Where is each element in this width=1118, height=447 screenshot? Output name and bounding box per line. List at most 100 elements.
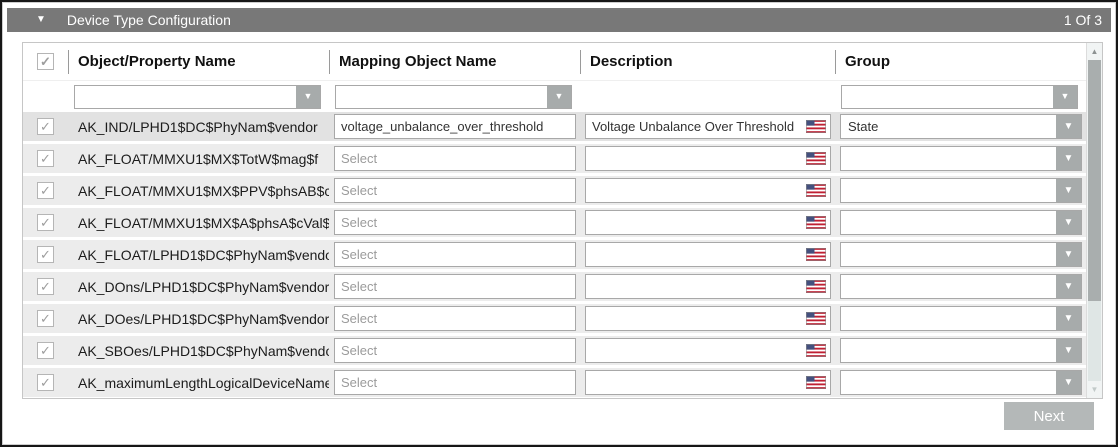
us-flag-icon [806, 280, 826, 293]
chevron-down-icon[interactable]: ▼ [1056, 371, 1081, 394]
check-icon: ✓ [40, 248, 51, 261]
chevron-down-icon[interactable]: ▼ [296, 86, 320, 108]
table-row: ✓ AK_FLOAT/MMXU1$MX$PPV$phsAB$cVal Select ▼ [23, 176, 1086, 205]
chevron-down-icon[interactable]: ▼ [547, 86, 571, 108]
row-checkbox[interactable]: ✓ [37, 182, 54, 199]
us-flag-icon [806, 312, 826, 325]
table-rows: ✓AK_IND/LPHD1$DC$PhyNam$vendorvoltage_un… [23, 112, 1102, 398]
object-property-name: AK_FLOAT/MMXU1$MX$A$phsA$cVal$ma [68, 215, 329, 231]
row-checkbox[interactable]: ✓ [37, 342, 54, 359]
group-dropdown[interactable]: ▼ [840, 338, 1082, 363]
collapse-triangle-icon[interactable]: ▼ [36, 15, 46, 25]
mapping-object-input[interactable]: Select [334, 306, 576, 331]
group-dropdown[interactable]: ▼ [840, 306, 1082, 331]
column-header-group[interactable]: Group [835, 43, 1086, 80]
column-header-description[interactable]: Description [580, 43, 835, 80]
mapping-object-input[interactable]: Select [334, 274, 576, 299]
mapping-object-input[interactable]: Select [334, 242, 576, 267]
check-icon: ✓ [40, 120, 51, 133]
description-input[interactable] [585, 306, 831, 331]
group-dropdown[interactable]: ▼ [840, 274, 1082, 299]
check-icon: ✓ [40, 280, 51, 293]
group-dropdown[interactable]: ▼ [840, 178, 1082, 203]
group-filter-dropdown[interactable]: ▼ [841, 85, 1078, 109]
table-row: ✓ AK_DOes/LPHD1$DC$PhyNam$vendor Select ▼ [23, 304, 1086, 333]
description-input[interactable] [585, 370, 831, 395]
next-button[interactable]: Next [1004, 402, 1094, 430]
table-row: ✓ AK_maximumLengthLogicalDeviceName Select… [23, 368, 1086, 397]
us-flag-icon [806, 216, 826, 229]
vertical-scrollbar[interactable]: ▲ ▼ [1086, 43, 1102, 398]
chevron-down-icon[interactable]: ▼ [1053, 86, 1077, 108]
mapping-object-input[interactable]: Select [334, 370, 576, 395]
check-icon: ✓ [40, 312, 51, 325]
group-dropdown[interactable]: ▼ [840, 210, 1082, 235]
table-header-row: ✓ Object/Property Name Mapping Object Na… [23, 43, 1086, 81]
mapping-object-input[interactable]: Select [334, 146, 576, 171]
scroll-up-icon[interactable]: ▲ [1087, 44, 1102, 59]
description-input[interactable] [585, 274, 831, 299]
description-input[interactable] [585, 242, 831, 267]
mapping-object-filter-dropdown[interactable]: ▼ [335, 85, 572, 109]
description-input[interactable] [585, 210, 831, 235]
group-dropdown[interactable]: ▼ [840, 146, 1082, 171]
chevron-down-icon[interactable]: ▼ [1056, 243, 1081, 266]
row-checkbox[interactable]: ✓ [37, 278, 54, 295]
chevron-down-icon[interactable]: ▼ [1056, 211, 1081, 234]
chevron-down-icon[interactable]: ▼ [1056, 339, 1081, 362]
check-icon: ✓ [40, 376, 51, 389]
mapping-object-input[interactable]: voltage_unbalance_over_threshold [334, 114, 576, 139]
object-property-name: AK_FLOAT/MMXU1$MX$TotW$mag$f [68, 151, 329, 167]
page-indicator: 1 Of 3 [1064, 12, 1102, 28]
scrollbar-track[interactable] [1088, 301, 1101, 381]
group-dropdown[interactable]: State▼ [840, 114, 1082, 139]
row-checkbox[interactable]: ✓ [37, 214, 54, 231]
group-dropdown[interactable]: ▼ [840, 370, 1082, 395]
panel-title: Device Type Configuration [67, 12, 231, 28]
object-property-name: AK_DOns/LPHD1$DC$PhyNam$vendor [68, 279, 329, 295]
check-icon: ✓ [40, 184, 51, 197]
us-flag-icon [806, 152, 826, 165]
check-icon: ✓ [40, 55, 51, 68]
row-checkbox[interactable]: ✓ [37, 310, 54, 327]
row-checkbox[interactable]: ✓ [37, 246, 54, 263]
us-flag-icon [806, 376, 826, 389]
row-checkbox[interactable]: ✓ [37, 374, 54, 391]
description-input[interactable]: Voltage Unbalance Over Threshold [585, 114, 831, 139]
check-icon: ✓ [40, 216, 51, 229]
select-all-checkbox[interactable]: ✓ [37, 53, 54, 70]
us-flag-icon [806, 184, 826, 197]
chevron-down-icon[interactable]: ▼ [1056, 179, 1081, 202]
row-checkbox[interactable]: ✓ [37, 118, 54, 135]
row-checkbox[interactable]: ✓ [37, 150, 54, 167]
object-property-filter-dropdown[interactable]: ▼ [74, 85, 321, 109]
mapping-object-input[interactable]: Select [334, 210, 576, 235]
table-row: ✓ AK_FLOAT/LPHD1$DC$PhyNam$vendor Select ▼ [23, 240, 1086, 269]
filter-row: ▼ ▼ ▼ [23, 81, 1086, 112]
chevron-down-icon[interactable]: ▼ [1056, 115, 1081, 138]
panel-titlebar: ▼ Device Type Configuration 1 Of 3 [7, 8, 1111, 32]
object-property-name: AK_maximumLengthLogicalDeviceName [68, 375, 329, 391]
description-input[interactable] [585, 146, 831, 171]
chevron-down-icon[interactable]: ▼ [1056, 147, 1081, 170]
column-header-mapping-object-name[interactable]: Mapping Object Name [329, 43, 580, 80]
table-row: ✓ AK_DOns/LPHD1$DC$PhyNam$vendor Select ▼ [23, 272, 1086, 301]
us-flag-icon [806, 120, 826, 133]
chevron-down-icon[interactable]: ▼ [1056, 275, 1081, 298]
group-dropdown[interactable]: ▼ [840, 242, 1082, 267]
description-input[interactable] [585, 338, 831, 363]
description-text: Voltage Unbalance Over Threshold [592, 119, 794, 134]
object-property-name: AK_FLOAT/LPHD1$DC$PhyNam$vendor [68, 247, 329, 263]
mapping-object-input[interactable]: Select [334, 178, 576, 203]
object-property-name: AK_FLOAT/MMXU1$MX$PPV$phsAB$cVal [68, 183, 329, 199]
object-property-name: AK_SBOes/LPHD1$DC$PhyNam$vendor [68, 343, 329, 359]
scroll-down-icon[interactable]: ▼ [1087, 382, 1102, 397]
column-header-object-property-name[interactable]: Object/Property Name [68, 43, 329, 80]
us-flag-icon [806, 248, 826, 261]
mapping-object-input[interactable]: Select [334, 338, 576, 363]
chevron-down-icon[interactable]: ▼ [1056, 307, 1081, 330]
object-property-name: AK_DOes/LPHD1$DC$PhyNam$vendor [68, 311, 329, 327]
scrollbar-thumb[interactable] [1088, 60, 1101, 301]
table-row: ✓ AK_FLOAT/MMXU1$MX$A$phsA$cVal$ma Select ▼ [23, 208, 1086, 237]
description-input[interactable] [585, 178, 831, 203]
